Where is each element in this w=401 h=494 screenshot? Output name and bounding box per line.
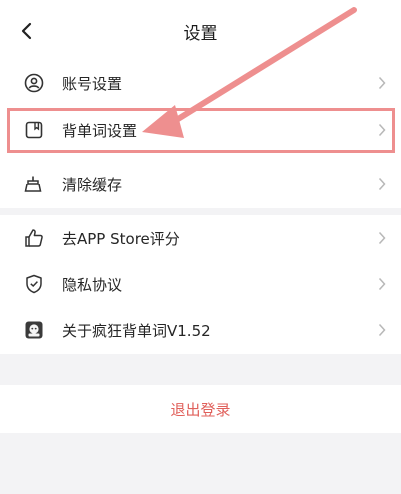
settings-item-clear-cache[interactable]: 清除缓存 (0, 161, 401, 207)
chevron-right-icon (377, 176, 387, 192)
settings-item-rate-app[interactable]: 去APP Store评分 (0, 215, 401, 261)
logout-label: 退出登录 (170, 400, 231, 419)
settings-item-about[interactable]: 关于疯狂背单词V1.52 (0, 307, 401, 353)
settings-item-label: 去APP Store评分 (62, 229, 180, 248)
settings-item-account[interactable]: 账号设置 (0, 60, 401, 106)
settings-group-account: 账号设置 背单词设置 清除缓存 (0, 60, 401, 208)
settings-group-about: 去APP Store评分 隐私协议 关于疯狂背单词V1.52 (0, 215, 401, 354)
nav-bar: 设置 (0, 0, 401, 60)
chevron-right-icon (377, 322, 387, 338)
thumbs-up-icon (23, 227, 45, 249)
chevron-right-icon (377, 276, 387, 292)
bookmark-square-icon (23, 119, 45, 141)
settings-item-label: 清除缓存 (62, 175, 123, 194)
app-logo-icon (23, 319, 45, 341)
settings-item-label: 关于疯狂背单词V1.52 (62, 321, 211, 340)
logout-button[interactable]: 退出登录 (0, 385, 401, 433)
chevron-right-icon (377, 230, 387, 246)
settings-item-word-settings[interactable]: 背单词设置 (0, 107, 401, 153)
page-title: 设置 (183, 24, 218, 44)
section-divider (0, 354, 401, 385)
settings-item-privacy[interactable]: 隐私协议 (0, 261, 401, 307)
settings-item-label: 隐私协议 (62, 275, 123, 294)
settings-item-label: 背单词设置 (62, 121, 138, 140)
chevron-right-icon (377, 122, 387, 138)
settings-item-label: 账号设置 (62, 74, 123, 93)
shield-check-icon (23, 273, 45, 295)
chevron-right-icon (377, 75, 387, 91)
broom-icon (23, 173, 45, 195)
user-circle-icon (23, 72, 45, 94)
